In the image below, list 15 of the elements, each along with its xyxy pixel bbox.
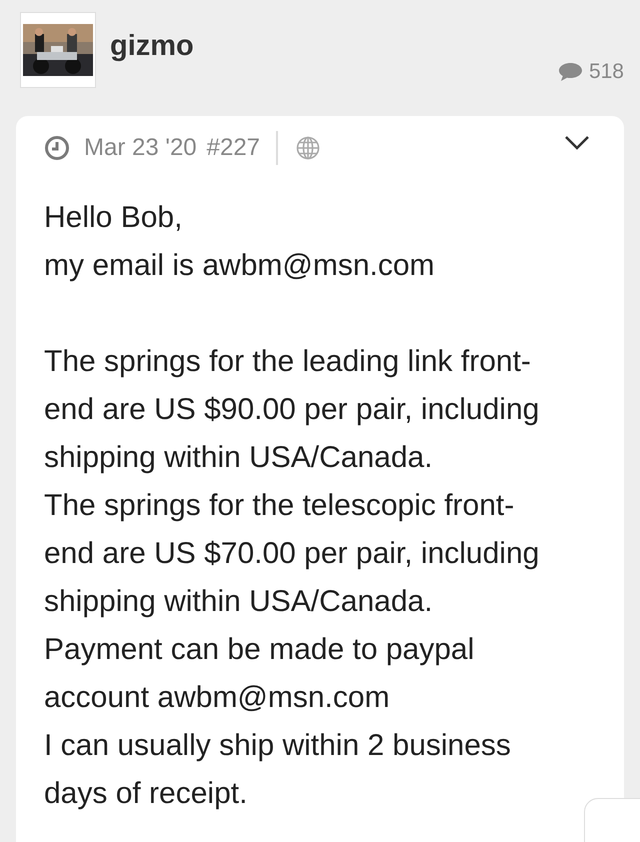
post-number[interactable]: #227 xyxy=(206,130,260,166)
post-text-line: I can usually ship within 2 business days of receipt. xyxy=(44,728,512,812)
globe-icon xyxy=(296,136,320,160)
post-text-line: my email is awbm@msn.com xyxy=(44,248,436,284)
post-text-line: Hello Bob, xyxy=(44,200,184,236)
speech-bubble-icon xyxy=(558,62,583,82)
chevron-down-icon[interactable] xyxy=(564,135,590,151)
post-text-line: Payment can be made to paypal account awbm@msn.com xyxy=(44,632,476,716)
clock-icon xyxy=(44,135,70,161)
avatar-frame[interactable] xyxy=(20,12,96,88)
reply-count: 518 xyxy=(588,59,624,85)
username[interactable]: gizmo xyxy=(110,32,194,61)
post-date[interactable]: Mar 23 '20 xyxy=(84,130,197,166)
post-text-line: The springs for the telescopic front-end are US $70.00 per pair, including shipping within USA/Canada. xyxy=(44,488,540,620)
post-text-line: The springs for the leading link front-end are US $90.00 per pair, including shipping within USA/Canada. xyxy=(44,344,540,476)
